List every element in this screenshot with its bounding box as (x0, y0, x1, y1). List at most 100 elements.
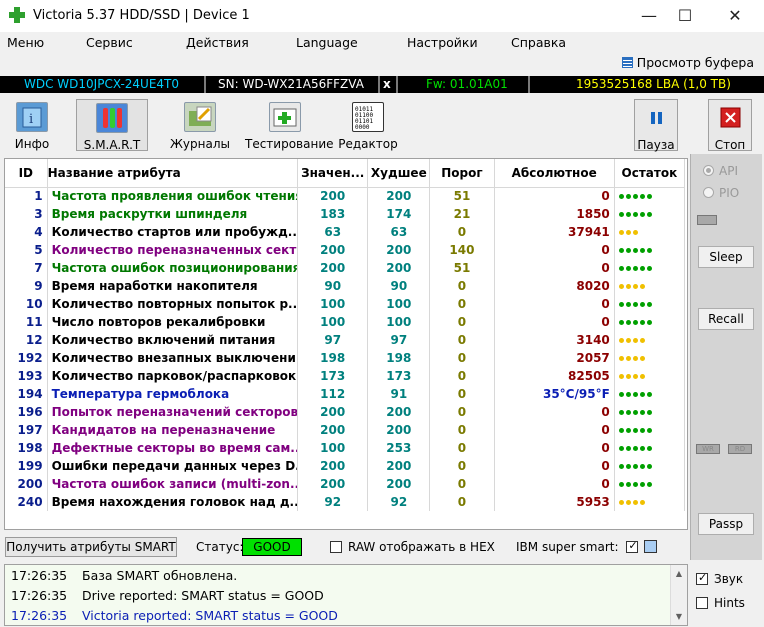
table-row[interactable]: 11 Число повторов рекалибровки 100 100 0 0 (5, 313, 686, 331)
health-dot (646, 391, 652, 397)
info-button[interactable]: i Инфо (0, 99, 72, 151)
log-scrollbar[interactable]: ▲ ▼ (670, 565, 687, 625)
table-row[interactable]: 12 Количество включений питания 97 97 0 3140 (5, 331, 686, 349)
health-dot (625, 319, 631, 325)
attr-value: 63 (297, 223, 369, 241)
health-dot (639, 481, 645, 487)
sleep-button[interactable]: Sleep (698, 246, 754, 268)
table-row[interactable]: 192 Количество внезапных выключени... 198 1… (5, 349, 686, 367)
pause-button[interactable]: Пауза (634, 99, 678, 152)
editor-button[interactable]: 01011 01100 01101 0000 Редактор (328, 99, 408, 151)
victoria-window: Victoria 5.37 HDD/SSD | Device 1 — ☐ ✕ М… (0, 0, 764, 627)
health-dot (625, 301, 631, 307)
attr-health-dots (614, 385, 686, 403)
table-row[interactable]: 4 Количество стартов или пробужд... 63 63 0 3… (5, 223, 686, 241)
event-log[interactable]: 17:26:35 База SMART обновлена. 17:26:35 Dr… (4, 564, 688, 626)
table-row[interactable]: 199 Ошибки передачи данных через D... 200 2… (5, 457, 686, 475)
health-dot (639, 193, 645, 199)
attr-id: 240 (5, 493, 48, 511)
smart-label: S.M.A.R.T (83, 138, 141, 152)
scroll-up-icon[interactable]: ▲ (671, 565, 687, 582)
table-row[interactable]: 197 Кандидатов на переназначение 200 200 0 0 (5, 421, 686, 439)
api-radio[interactable]: API (703, 164, 763, 178)
col-name-header[interactable]: Название атрибута (47, 159, 299, 188)
col-threshold-header[interactable]: Порог (429, 159, 495, 188)
pio-radio[interactable]: PIO (703, 186, 763, 200)
attr-health-dots (614, 205, 686, 223)
health-dot (618, 301, 624, 307)
toolbar: i Инфо S.M.A.R.T Журналы Тестирование 01… (0, 96, 764, 154)
table-row[interactable]: 200 Частота ошибок записи (multi-zon... 20… (5, 475, 686, 493)
attr-health-dots (614, 331, 686, 349)
ibm-checkbox[interactable] (626, 539, 639, 553)
menu-language[interactable]: Language (296, 35, 358, 50)
health-dot (618, 481, 624, 487)
col-worst-header[interactable]: Худшее (367, 159, 431, 188)
table-row[interactable]: 5 Количество переназначенных сект... 200 20… (5, 241, 686, 259)
attr-id: 1 (5, 187, 48, 205)
health-dot (646, 427, 652, 433)
health-dot (625, 247, 631, 253)
col-health-header[interactable]: Остаток (614, 159, 686, 188)
health-dot (625, 499, 631, 505)
divider (204, 76, 206, 93)
table-row[interactable]: 194 Температура гермоблока 112 91 0 35°C/95°F (5, 385, 686, 403)
menu-main[interactable]: Меню (7, 35, 44, 50)
activity-led (697, 215, 717, 225)
attr-worst: 91 (367, 385, 431, 403)
health-dot (646, 463, 652, 469)
attr-id: 197 (5, 421, 48, 439)
divider (528, 76, 530, 93)
attr-raw: 35°C/95°F (494, 385, 615, 403)
logs-button[interactable]: Журналы (160, 99, 240, 151)
passp-button[interactable]: Passp (698, 513, 754, 535)
table-row[interactable]: 9 Время наработки накопителя 90 90 0 8020 (5, 277, 686, 295)
scroll-down-icon[interactable]: ▼ (671, 608, 687, 625)
table-row[interactable]: 3 Время раскрутки шпинделя 183 174 21 1850 (5, 205, 686, 223)
table-row[interactable]: 193 Количество парковок/распарковок 173 173… (5, 367, 686, 385)
table-row[interactable]: 196 Попыток переназначений секторов 200 200… (5, 403, 686, 421)
table-row[interactable]: 7 Частота ошибок позиционирования 200 200 51… (5, 259, 686, 277)
menu-help[interactable]: Справка (511, 35, 566, 50)
smart-attributes-table[interactable]: ID Название атрибута Значен... Худшее Порог А… (4, 158, 688, 530)
health-dot (625, 337, 631, 343)
checkbox-box (696, 571, 708, 585)
testing-button[interactable]: Тестирование (245, 99, 334, 151)
eject-button[interactable]: x (383, 77, 391, 91)
logs-label: Журналы (170, 137, 230, 151)
hints-checkbox[interactable]: Hints (696, 596, 760, 610)
sound-checkbox[interactable]: Звук (696, 571, 760, 586)
col-value-header[interactable]: Значен... (297, 159, 369, 188)
table-row[interactable]: 198 Дефектные секторы во время сам... 100 2… (5, 439, 686, 457)
attr-threshold: 0 (429, 367, 495, 385)
attr-health-dots (614, 259, 686, 277)
health-dot (618, 211, 624, 217)
menu-settings[interactable]: Настройки (407, 35, 478, 50)
testing-label: Тестирование (245, 137, 334, 151)
attr-threshold: 21 (429, 205, 495, 223)
get-smart-button[interactable]: Получить атрибуты SMART (5, 537, 177, 557)
stop-button[interactable]: Стоп (708, 99, 752, 152)
checkbox-box (696, 597, 708, 609)
recall-button[interactable]: Recall (698, 308, 754, 330)
menu-actions[interactable]: Действия (186, 35, 249, 50)
table-row[interactable]: 1 Частота проявления ошибок чтения 200 200 5… (5, 187, 686, 205)
attr-health-dots (614, 223, 686, 241)
health-dot (639, 283, 645, 289)
table-row[interactable]: 10 Количество повторных попыток р... 100 10… (5, 295, 686, 313)
attr-value: 97 (297, 331, 369, 349)
col-raw-header[interactable]: Абсолютное (494, 159, 615, 188)
raw-hex-checkbox[interactable]: RAW отображать в HEX (330, 540, 495, 554)
ibm-super-smart[interactable]: IBM super smart: (516, 539, 644, 554)
health-dot (618, 391, 624, 397)
smart-button[interactable]: S.M.A.R.T (76, 99, 148, 152)
close-button[interactable]: ✕ (712, 0, 758, 32)
menu-service[interactable]: Сервис (86, 35, 133, 50)
maximize-button[interactable]: ☐ (662, 0, 708, 32)
ibm-color-swatch[interactable] (644, 540, 657, 553)
attr-worst: 200 (367, 457, 431, 475)
buffer-view-button[interactable]: Просмотр буфера (621, 55, 754, 70)
col-id-header[interactable]: ID (5, 159, 48, 188)
table-row[interactable]: 240 Время нахождения головок над д... 92 92… (5, 493, 686, 511)
pause-icon (640, 103, 672, 133)
